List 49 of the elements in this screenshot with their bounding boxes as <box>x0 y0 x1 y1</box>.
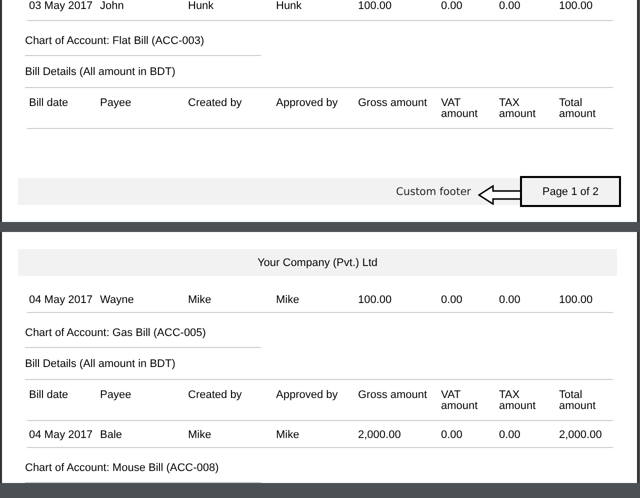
table-cell-text: 0.00 <box>499 0 522 14</box>
arrow-icon <box>478 185 522 205</box>
column-header: Approved by <box>276 390 339 401</box>
column-header: Gross amount <box>358 390 428 401</box>
table-cell-text: 2,000.00 <box>559 429 603 441</box>
section-caption: Bill Details (All amount in BDT) <box>25 358 176 370</box>
table-cell-text: 04 May 2017 <box>29 294 94 306</box>
page-number: Page 1 of 2 <box>520 176 621 207</box>
table-cell-text: 100.00 <box>358 294 393 306</box>
column-header: TAX amount <box>499 390 537 412</box>
table-cell-text: 0.00 <box>499 294 522 306</box>
column-header: VAT amount <box>441 390 479 412</box>
column-header: Total amount <box>559 98 597 120</box>
table-cell-text: Wayne <box>100 294 135 306</box>
table-cell-text: 100.00 <box>358 0 393 14</box>
table-cell-text: Hunk <box>276 0 303 14</box>
section-caption: Bill Details (All amount in BDT) <box>25 66 176 78</box>
table-cell-text: 03 May 2017 <box>29 0 94 14</box>
column-header: VAT amount <box>441 98 479 120</box>
table-cell-text: Mike <box>276 429 300 441</box>
table-cell-text: 0.00 <box>441 429 464 441</box>
table-cell-text: Bale <box>100 429 124 441</box>
table-cell-text: 0.00 <box>441 0 464 14</box>
table-cell-text: 100.00 <box>559 0 594 14</box>
table-cell-text: 04 May 2017 <box>29 429 94 441</box>
table-cell-text: Mike <box>188 294 212 306</box>
table-cell-text: Mike <box>188 429 212 441</box>
account-title: Chart of Account: Gas Bill (ACC-005) <box>25 327 206 339</box>
column-header: Total amount <box>559 390 597 412</box>
column-header: Gross amount <box>358 98 428 109</box>
table-cell-text: 0.00 <box>499 429 522 441</box>
table-cell-text: 2,000.00 <box>358 429 402 441</box>
column-header: TAX amount <box>499 98 537 120</box>
column-header: Created by <box>188 98 243 109</box>
column-header: Payee <box>100 390 132 401</box>
column-header: Bill date <box>29 390 70 401</box>
company-name: Your Company (Pvt.) Ltd <box>257 256 378 268</box>
table-cell-text: Mike <box>276 294 300 306</box>
column-header: Payee <box>100 98 132 109</box>
account-title: Chart of Account: Mouse Bill (ACC-008) <box>25 462 219 474</box>
column-header: Approved by <box>276 98 339 109</box>
table-cell-text: 0.00 <box>441 294 464 306</box>
column-header: Bill date <box>29 98 70 109</box>
table-cell-text: John <box>100 0 125 14</box>
table-cell-text: 100.00 <box>559 294 594 306</box>
account-title: Chart of Account: Flat Bill (ACC-003) <box>25 35 204 47</box>
footer-text: Custom footer <box>396 186 471 198</box>
column-header: Created by <box>188 390 243 401</box>
table-cell-text: Hunk <box>188 0 215 14</box>
